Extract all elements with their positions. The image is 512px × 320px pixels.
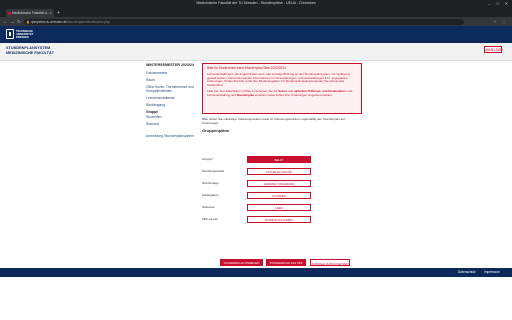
web-page: TECHNISCHE UNIVERSITÄT DRESDEN STUNDENPL…: [0, 26, 512, 320]
wochenauswahl-select[interactable]: AKTUELLE WOCHE: [247, 168, 311, 175]
notice-link-stundenplan[interactable]: Stundenplan: [237, 93, 255, 97]
window-titlebar: Medizinische Fakultät der TU Dresden - S…: [0, 0, 512, 8]
lock-icon: 🔒: [26, 19, 30, 24]
reload-icon[interactable]: ↻: [17, 19, 21, 25]
gruppe-select[interactable]: BELFT: [247, 156, 311, 163]
maximize-icon[interactable]: □: [497, 1, 499, 6]
notice-box: Bitte für Studierende beim Stundenplan B…: [202, 63, 362, 114]
form-row-wochenauswahl: Wochenauswahl AKTUELLE WOCHE: [202, 168, 362, 176]
sidebar-item-lehrende[interactable]: Lehrveranstaltende: [146, 96, 202, 100]
notice-links-text: Falls Sie, bei Unklarheiten zu Plan zu b…: [207, 90, 357, 97]
webseite-select[interactable]: LEER: [247, 204, 311, 211]
sidebar-item-raum[interactable]: Raum: [146, 78, 202, 82]
tu-dresden-logo[interactable]: TECHNISCHE UNIVERSITÄT DRESDEN: [6, 29, 50, 40]
pdf-layout-label: PDF-Layout: [202, 217, 219, 221]
logout-button[interactable]: ABMELDEN: [484, 46, 503, 53]
sidebar-item-studenten[interactable]: Studenten: [146, 115, 202, 119]
window-title: Medizinische Fakultät der TU Dresden - S…: [196, 1, 316, 5]
tab-strip: Medizinische Fakultät d... ✕ +: [0, 8, 512, 17]
url-host: qissystem.tu-dresden.de: [31, 19, 67, 24]
main-content: Bitte für Studierende beim Stundenplan B…: [202, 63, 362, 133]
reset-selection-button[interactable]: AUSWAHL ZURÜCKSETZEN: [310, 259, 350, 266]
url-path: /stundenplan/studienplan.php: [66, 19, 111, 24]
webseite-label: Webseite: [202, 205, 215, 209]
privacy-link[interactable]: Datenschutz: [458, 270, 476, 274]
forward-icon[interactable]: →: [10, 19, 15, 24]
download-pdf-button[interactable]: STUNDENPLAN ALS PDF: [266, 259, 306, 266]
wochenauswahl-label: Wochenauswahl: [202, 169, 224, 173]
sidebar-item-kurse[interactable]: Öffne Kurse: Themenkreise und Kompetenzf…: [146, 85, 202, 94]
sidebar-item-anmeldung[interactable]: Anmeldung Stundenplansystem: [146, 134, 202, 138]
semester-heading: WINTERSEMESTER 2023/24: [146, 63, 194, 67]
back-icon[interactable]: ←: [3, 19, 8, 24]
extensions-icon[interactable]: ☆ ⋮: [493, 19, 508, 24]
gruppe-label: Gruppe*: [202, 157, 214, 161]
wochenlage-select[interactable]: GERADE / UNGERADE: [247, 180, 311, 187]
sidebar-item-fachsemester[interactable]: Fachsemester: [146, 71, 202, 75]
tab-title: Medizinische Fakultät d...: [12, 11, 50, 15]
page-subheader: STUNDENPLANSYSTEM MEDIZINISCHE FAKULTÄT …: [0, 43, 512, 61]
sidebar-item-standort[interactable]: Standort: [146, 122, 202, 126]
notice-text: Lehrveranstaltungen, die angeschnitten s…: [207, 72, 350, 87]
notice-title: Bitte für Studierende beim Stundenplan B…: [207, 66, 286, 70]
imprint-link[interactable]: Impressum: [484, 270, 500, 274]
intro-text: Bitte prüfen Sie zukünftige Vorlesungsze…: [202, 117, 345, 125]
sidebar-item-gruppe[interactable]: Gruppe: [146, 110, 202, 114]
zeitangaben-label: Zeitangaben: [202, 193, 219, 197]
form-row-pdf-layout: PDF-Layout HORIZONTAL FARBIG: [202, 216, 362, 224]
browser-toolbar: ← → ↻ 🔒 qissystem.tu-dresden.de/stundenp…: [0, 17, 512, 26]
close-window-icon[interactable]: ✕: [505, 1, 508, 6]
form-row-webseite: Webseite LEER: [202, 204, 362, 212]
minimize-icon[interactable]: –: [488, 1, 490, 6]
sidebar: WINTERSEMESTER 2023/24 Fachsemester Raum…: [146, 63, 202, 141]
new-tab-icon[interactable]: +: [57, 10, 60, 16]
browser-tab[interactable]: Medizinische Fakultät d... ✕: [6, 9, 54, 17]
form-row-gruppe: Gruppe* BELFT: [202, 156, 362, 164]
site-header: TECHNISCHE UNIVERSITÄT DRESDEN: [0, 26, 512, 43]
logo-text-3: DRESDEN: [16, 35, 29, 39]
system-title: STUNDENPLANSYSTEM: [6, 46, 51, 50]
logo-mark-icon: [6, 29, 14, 39]
zeitangaben-select[interactable]: STUNDEN: [247, 192, 311, 199]
notice-text-part: einsehen sowie Fehler bzw. Änderungen um…: [254, 92, 333, 97]
favicon-icon: [8, 11, 11, 15]
pdf-layout-select[interactable]: HORIZONTAL FARBIG: [247, 216, 311, 223]
address-bar[interactable]: 🔒 qissystem.tu-dresden.de/stundenplan/st…: [24, 18, 464, 25]
wochenlage-label: Wochenlage: [202, 181, 219, 185]
form-row-zeitangaben: Zeitangaben STUNDEN: [202, 192, 362, 200]
faculty-title: MEDIZINISCHE FAKULTÄT: [6, 51, 55, 55]
site-footer: Datenschutz Impressum: [0, 268, 512, 277]
groups-heading: Gruppenpläne: [202, 128, 230, 134]
form-row-wochenlage: Wochenlage GERADE / UNGERADE: [202, 180, 362, 188]
sidebar-item-studiengang[interactable]: Studiengang: [146, 103, 202, 107]
close-tab-icon[interactable]: ✕: [49, 11, 52, 15]
show-timetable-button[interactable]: STUNDENPLAN ANZEIGEN: [220, 259, 263, 266]
